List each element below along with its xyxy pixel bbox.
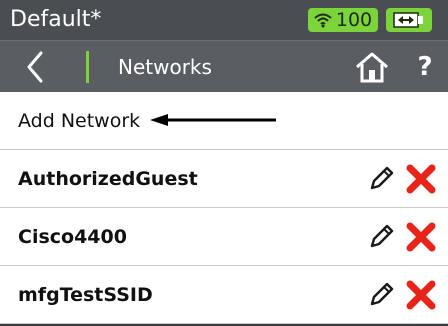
pencil-icon <box>370 224 394 248</box>
edit-network-button[interactable] <box>364 163 398 195</box>
arrow-annotation-icon <box>150 114 276 126</box>
edit-network-button[interactable] <box>364 279 398 311</box>
delete-x-icon <box>406 222 436 252</box>
pencil-icon <box>370 166 394 190</box>
network-name: Cisco4400 <box>18 226 127 248</box>
wifi-strength-badge: 100 <box>308 8 378 32</box>
edit-network-button[interactable] <box>364 221 398 253</box>
add-network-label[interactable]: Add Network <box>18 108 140 134</box>
home-button[interactable] <box>352 47 392 87</box>
battery-charging-icon <box>393 12 423 28</box>
network-list: Add Network AuthorizedGuest Cisco4400 mf… <box>0 92 448 324</box>
chevron-left-icon <box>27 51 43 83</box>
profile-name: Default* <box>10 7 102 32</box>
nav-divider <box>86 51 89 83</box>
delete-network-button[interactable] <box>404 279 438 311</box>
delete-x-icon <box>406 164 436 194</box>
add-network-row[interactable]: Add Network <box>0 92 448 150</box>
network-name: AuthorizedGuest <box>18 168 198 190</box>
pencil-icon <box>370 282 394 306</box>
back-button[interactable] <box>0 41 70 93</box>
wifi-icon <box>314 13 332 28</box>
delete-network-button[interactable] <box>404 163 438 195</box>
network-row-authorizedguest[interactable]: AuthorizedGuest <box>0 150 448 208</box>
network-name: mfgTestSSID <box>18 284 153 306</box>
delete-x-icon <box>406 280 436 310</box>
status-bar: Default* 100 <box>0 0 448 40</box>
wifi-strength-value: 100 <box>335 9 373 31</box>
help-button[interactable]: ? <box>410 47 440 87</box>
page-title: Networks <box>118 55 212 79</box>
battery-badge <box>386 8 432 32</box>
network-row-mfgtestssid[interactable]: mfgTestSSID <box>0 266 448 324</box>
delete-network-button[interactable] <box>404 221 438 253</box>
home-icon <box>356 52 388 83</box>
nav-bar: Networks ? <box>0 40 448 92</box>
network-row-cisco4400[interactable]: Cisco4400 <box>0 208 448 266</box>
